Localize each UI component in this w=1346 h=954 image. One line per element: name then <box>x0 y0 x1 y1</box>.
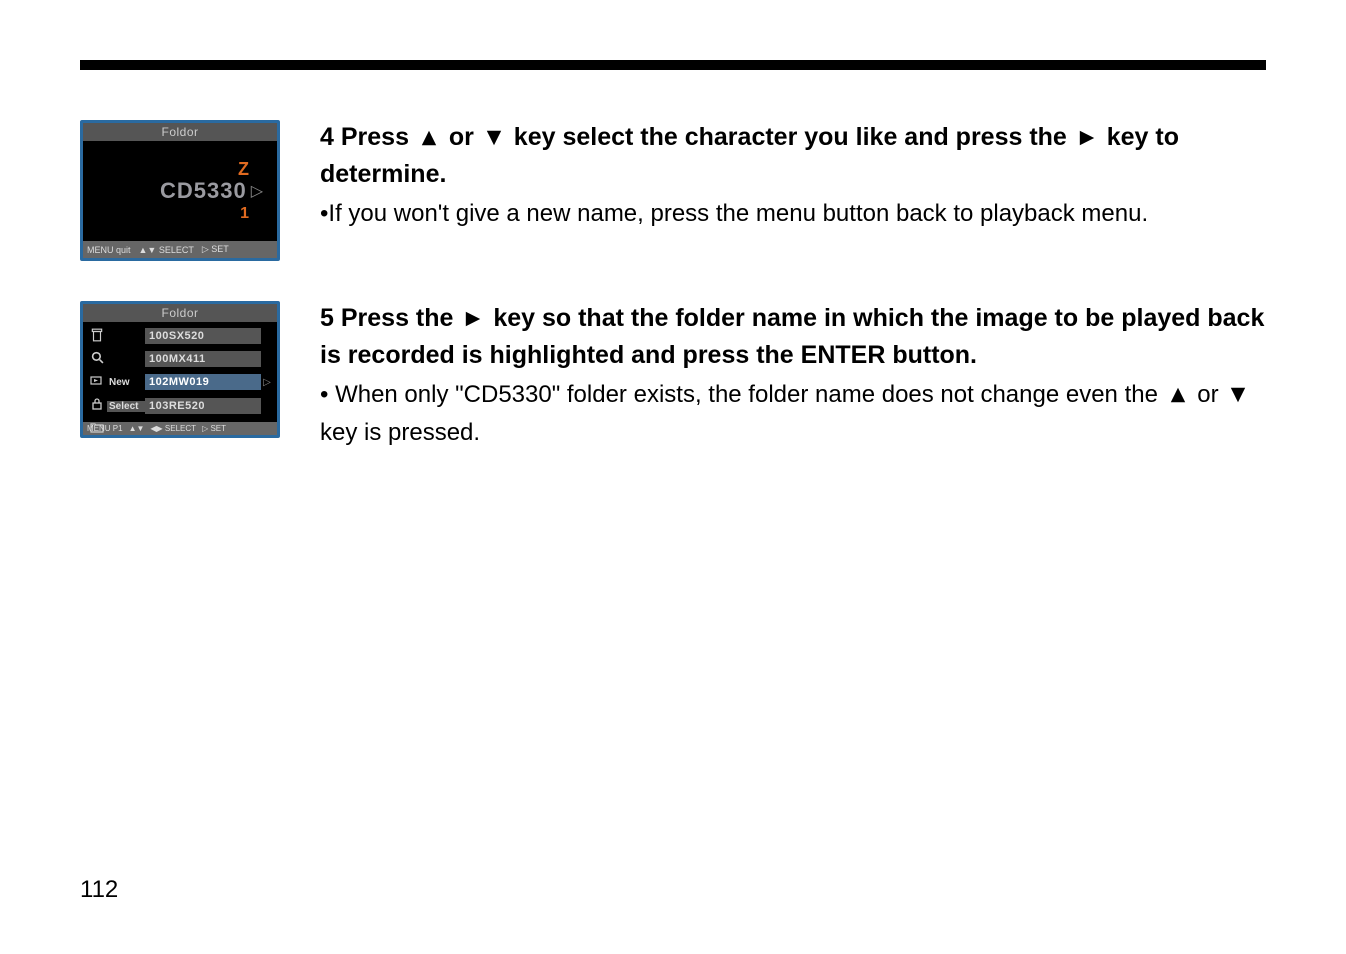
lcd2-val-4: 103RE520 <box>145 398 261 414</box>
lock-icon <box>87 397 107 414</box>
lcd2-row-1: 100MX411 <box>87 348 273 370</box>
search-icon <box>87 351 107 367</box>
down-triangle-icon <box>485 122 503 157</box>
folder-icon <box>87 421 107 436</box>
header-rule <box>80 60 1266 70</box>
lcd2-body: 100SX520 100MX411 <box>83 322 277 422</box>
lcd2-val-1: 100MX411 <box>145 351 261 367</box>
lcd1-body: Z CD5330 ▷ 1 <box>83 141 277 241</box>
step4-text: 4 Press or key select the character you … <box>320 120 1266 232</box>
lcd-screenshot-1: Foldor Z CD5330 ▷ 1 MENU quit ▲▼ SELECT … <box>80 120 280 261</box>
lcd1-play-icon: ▷ <box>251 181 263 201</box>
lcd2-row-2: New 102MW019 ▷ <box>87 371 273 393</box>
lcd2-footer-lr: ◀▶ SELECT <box>150 424 196 433</box>
lcd2-footer-av: ▲▼ <box>129 424 145 433</box>
step5-row: Foldor 100SX520 <box>80 301 1266 451</box>
lcd1-footer-select: ▲▼ SELECT <box>139 245 194 255</box>
step4-row: Foldor Z CD5330 ▷ 1 MENU quit ▲▼ SELECT … <box>80 120 1266 261</box>
lcd2-row-0: 100SX520 <box>87 325 273 347</box>
lcd2-row-4: Select 103RE520 <box>87 395 273 417</box>
manual-page: Foldor Z CD5330 ▷ 1 MENU quit ▲▼ SELECT … <box>0 0 1346 954</box>
up-triangle-icon <box>1169 379 1187 415</box>
lcd2-val-0: 100SX520 <box>145 328 261 344</box>
step5-text: 5 Press the key so that the folder name … <box>320 301 1266 451</box>
lcd1-title: Foldor <box>83 123 277 141</box>
lcd2-val-2: 102MW019 <box>145 374 261 390</box>
step5-heading: 5 Press the key so that the folder name … <box>320 301 1266 373</box>
lcd2-footer: MENU P1 ▲▼ ◀▶ SELECT ▷ SET <box>83 422 277 435</box>
lcd1-footer-menu: MENU quit <box>87 245 131 255</box>
lcd2-footer-set: ▷ SET <box>202 424 226 433</box>
lcd2-tag-new: New <box>107 377 145 388</box>
lcd2-title: Foldor <box>83 304 277 322</box>
page-number: 112 <box>80 876 118 904</box>
slideshow-icon <box>87 375 107 390</box>
down-triangle-icon <box>1229 379 1247 415</box>
lcd1-footer: MENU quit ▲▼ SELECT ▷ SET <box>83 241 277 258</box>
step5-number: 5 <box>320 304 334 332</box>
lcd1-char-z: Z <box>238 159 249 180</box>
step4-number: 4 <box>320 123 334 151</box>
right-triangle-icon <box>1078 122 1096 157</box>
lcd2-tag-select: Select <box>107 401 145 412</box>
up-triangle-icon <box>420 122 438 157</box>
lcd1-footer-set: ▷ SET <box>202 244 229 255</box>
right-arrow-icon: ▷ <box>261 377 273 388</box>
step4-heading: 4 Press or key select the character you … <box>320 120 1266 192</box>
trash-icon <box>87 328 107 345</box>
step5-note: • When only "CD5330" folder exists, the … <box>320 377 1266 451</box>
right-triangle-icon <box>464 303 482 338</box>
lcd1-char-1: 1 <box>240 205 249 223</box>
step4-note: •If you won't give a new name, press the… <box>320 196 1266 232</box>
lcd-screenshot-2: Foldor 100SX520 <box>80 301 280 438</box>
lcd1-code: CD5330 <box>160 178 247 204</box>
